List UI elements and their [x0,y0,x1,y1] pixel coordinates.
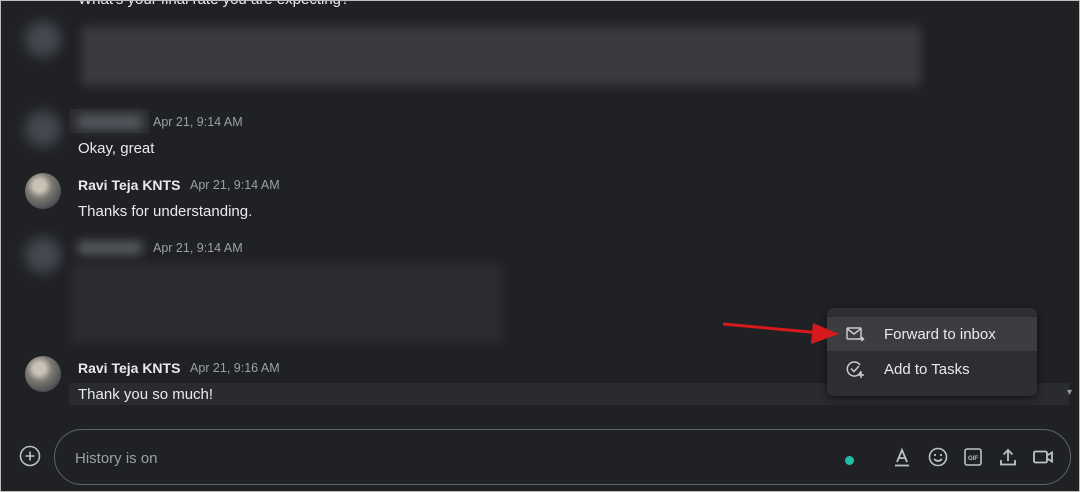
emoji-icon[interactable] [927,446,949,468]
message-context-menu: Forward to inbox Add to Tasks [827,308,1037,396]
chat-window: What's your final rate you are expecting… [0,0,1080,492]
svg-text:GIF: GIF [968,456,978,462]
gif-icon[interactable]: GIF [962,446,984,468]
add-attachment-button[interactable] [19,445,41,467]
message-timestamp: Apr 21, 9:14 AM [190,178,280,192]
avatar[interactable] [25,356,61,392]
sender-name[interactable]: Ravi Teja KNTS [78,177,180,193]
blurred-message [71,263,501,343]
message-text: Thanks for understanding. [78,203,253,220]
menu-item-label: Forward to inbox [884,326,996,343]
message-text: Okay, great [78,140,155,157]
sender-name[interactable]: Ravi Teja KNTS [78,360,180,376]
avatar[interactable] [25,173,61,209]
message-text: Thank you so much! [78,386,214,403]
forward-mail-icon [846,327,865,342]
status-dot [845,456,854,465]
message-text: What's your final rate you are expecting… [78,1,349,8]
annotation-arrow [722,322,839,344]
menu-item-add-to-tasks[interactable]: Add to Tasks [827,352,1037,386]
avatar [25,21,61,57]
blurred-message [81,26,921,86]
scrollbar-arrow[interactable]: ▾ [1067,387,1075,403]
add-task-icon [846,361,864,378]
avatar[interactable] [25,111,61,147]
avatar[interactable] [25,237,61,273]
sender-name[interactable] [78,241,142,255]
message-input[interactable] [73,445,817,471]
message-timestamp: Apr 21, 9:14 AM [153,115,243,129]
menu-item-forward-to-inbox[interactable]: Forward to inbox [827,317,1037,351]
video-meet-icon[interactable] [1032,446,1054,468]
menu-item-label: Add to Tasks [884,361,970,378]
format-text-icon[interactable] [891,446,913,468]
message-compose-bar: GIF [54,429,1071,485]
message-timestamp: Apr 21, 9:16 AM [190,361,280,375]
message-timestamp: Apr 21, 9:14 AM [153,241,243,255]
upload-icon[interactable] [997,446,1019,468]
sender-name[interactable] [78,115,142,129]
